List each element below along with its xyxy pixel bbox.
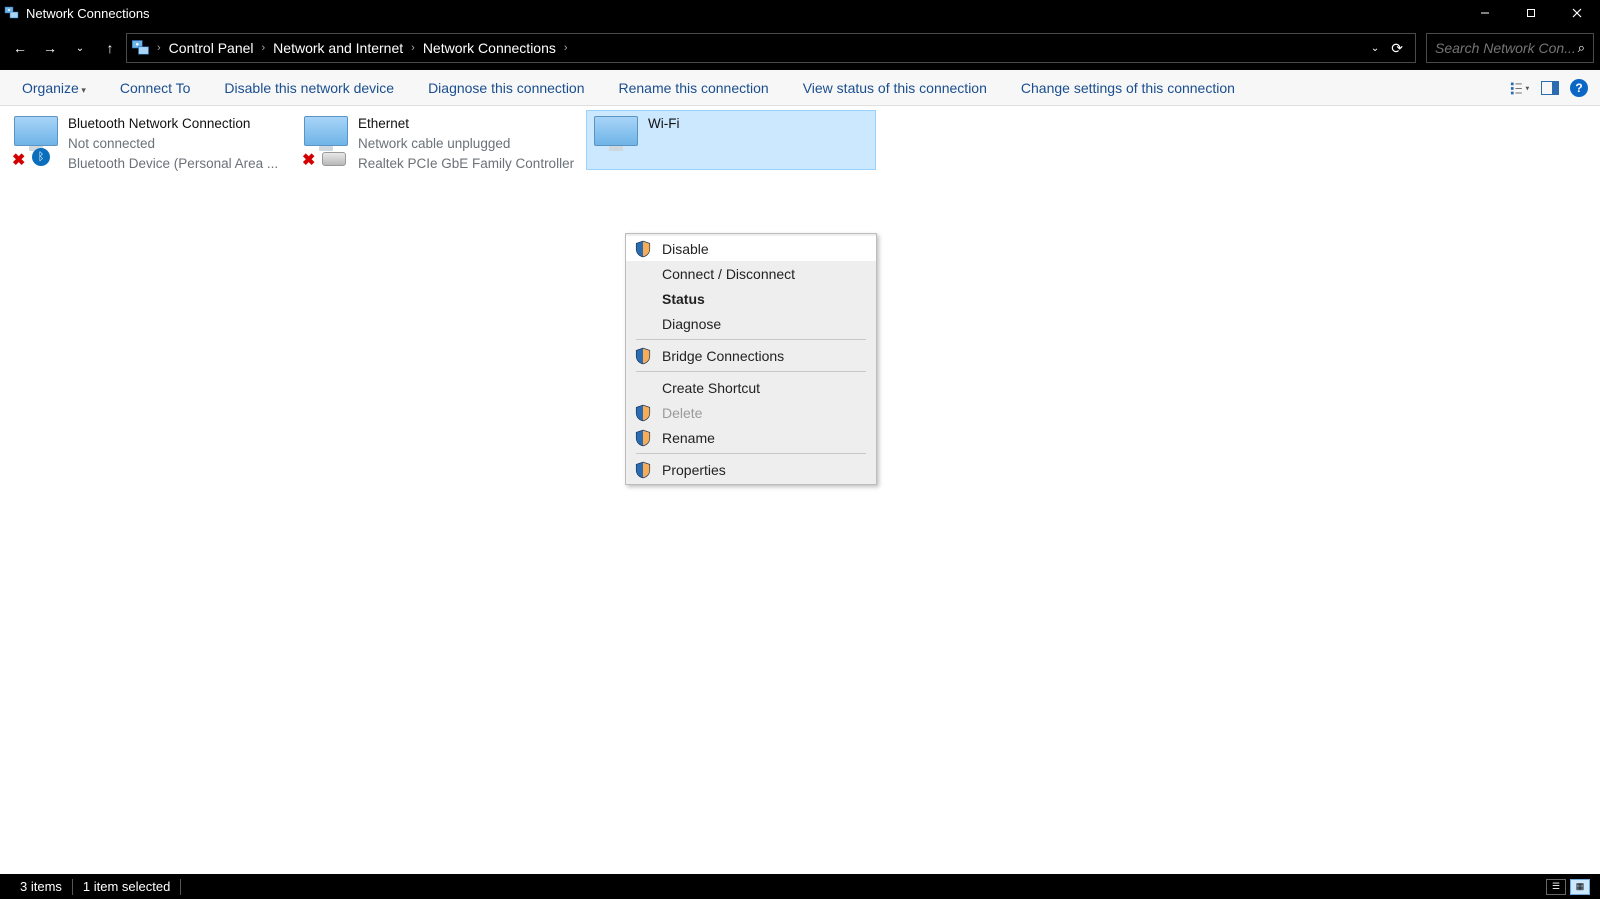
view-options-button[interactable]: ▾ bbox=[1510, 78, 1530, 98]
breadcrumb-control-panel[interactable]: Control Panel bbox=[163, 38, 260, 58]
bluetooth-overlay-icon: ᛒ bbox=[32, 148, 50, 166]
connection-name: Wi-Fi bbox=[648, 114, 679, 134]
network-adapter-icon bbox=[590, 114, 642, 166]
location-icon bbox=[131, 38, 151, 58]
shield-icon bbox=[634, 461, 652, 479]
rename-connection-button[interactable]: Rename this connection bbox=[609, 76, 779, 100]
disconnected-overlay-icon: ✖ bbox=[302, 150, 318, 166]
shield-icon bbox=[634, 240, 652, 258]
search-icon[interactable]: ⌕ bbox=[1578, 40, 1585, 56]
status-item-count: 3 items bbox=[10, 879, 73, 895]
recent-locations-button[interactable]: ⌄ bbox=[66, 34, 94, 62]
back-button[interactable]: ← bbox=[6, 34, 34, 62]
organize-menu[interactable]: Organize bbox=[12, 76, 96, 100]
close-button[interactable] bbox=[1554, 0, 1600, 26]
context-menu-connect-disconnect[interactable]: Connect / Disconnect bbox=[626, 261, 876, 286]
app-icon bbox=[4, 5, 20, 21]
context-menu-status[interactable]: Status bbox=[626, 286, 876, 311]
window-title: Network Connections bbox=[26, 6, 1462, 21]
context-menu-separator bbox=[636, 453, 866, 454]
address-bar-row: ← → ⌄ ↑ › Control Panel › Network and In… bbox=[0, 26, 1600, 70]
change-settings-button[interactable]: Change settings of this connection bbox=[1011, 76, 1245, 100]
connection-device: Bluetooth Device (Personal Area ... bbox=[68, 154, 278, 174]
context-menu-create-shortcut[interactable]: Create Shortcut bbox=[626, 375, 876, 400]
shield-icon bbox=[634, 429, 652, 447]
context-menu-bridge-connections[interactable]: Bridge Connections bbox=[626, 343, 876, 368]
shield-icon bbox=[634, 347, 652, 365]
chevron-right-icon[interactable]: › bbox=[260, 42, 268, 54]
chevron-right-icon[interactable]: › bbox=[562, 42, 570, 54]
help-icon[interactable]: ? bbox=[1570, 79, 1588, 97]
breadcrumb-network-internet[interactable]: Network and Internet bbox=[267, 38, 409, 58]
connection-status: Network cable unplugged bbox=[358, 134, 574, 154]
context-menu-disable[interactable]: Disable bbox=[626, 236, 876, 261]
disconnected-overlay-icon: ✖ bbox=[12, 150, 28, 166]
context-menu-separator bbox=[636, 371, 866, 372]
maximize-button[interactable] bbox=[1508, 0, 1554, 26]
search-box[interactable]: ⌕ bbox=[1426, 33, 1594, 63]
address-bar[interactable]: › Control Panel › Network and Internet ›… bbox=[126, 33, 1416, 63]
connection-wifi[interactable]: Wi-Fi bbox=[586, 110, 876, 170]
connect-to-button[interactable]: Connect To bbox=[110, 76, 201, 100]
context-menu: Disable Connect / Disconnect Status Diag… bbox=[625, 233, 877, 485]
context-menu-separator bbox=[636, 339, 866, 340]
details-view-button[interactable]: ☰ bbox=[1546, 879, 1566, 895]
minimize-button[interactable] bbox=[1462, 0, 1508, 26]
preview-pane-button[interactable] bbox=[1540, 78, 1560, 98]
search-input[interactable] bbox=[1435, 40, 1574, 56]
diagnose-connection-button[interactable]: Diagnose this connection bbox=[418, 76, 594, 100]
svg-text:▾: ▾ bbox=[1525, 83, 1529, 92]
view-status-button[interactable]: View status of this connection bbox=[793, 76, 997, 100]
forward-button[interactable]: → bbox=[36, 34, 64, 62]
refresh-button[interactable]: ⟳ bbox=[1391, 40, 1403, 57]
address-dropdown-button[interactable]: ⌄ bbox=[1371, 43, 1379, 54]
connection-name: Bluetooth Network Connection bbox=[68, 114, 278, 134]
context-menu-rename[interactable]: Rename bbox=[626, 425, 876, 450]
ethernet-overlay-icon bbox=[322, 152, 346, 166]
context-menu-delete: Delete bbox=[626, 400, 876, 425]
breadcrumb-network-connections[interactable]: Network Connections bbox=[417, 38, 562, 58]
network-adapter-icon: ✖ bbox=[300, 114, 352, 166]
context-menu-diagnose[interactable]: Diagnose bbox=[626, 311, 876, 336]
shield-icon bbox=[634, 404, 652, 422]
disable-device-button[interactable]: Disable this network device bbox=[214, 76, 404, 100]
up-button[interactable]: ↑ bbox=[96, 34, 124, 62]
connection-device: Realtek PCIe GbE Family Controller bbox=[358, 154, 574, 174]
context-menu-properties[interactable]: Properties bbox=[626, 457, 876, 482]
chevron-right-icon[interactable]: › bbox=[155, 42, 163, 54]
network-adapter-icon: ✖ ᛒ bbox=[10, 114, 62, 166]
titlebar: Network Connections bbox=[0, 0, 1600, 26]
status-selected-count: 1 item selected bbox=[73, 879, 181, 895]
status-bar: 3 items 1 item selected ☰ ▦ bbox=[0, 874, 1600, 899]
connections-area[interactable]: ✖ ᛒ Bluetooth Network Connection Not con… bbox=[0, 106, 1600, 874]
connection-status: Not connected bbox=[68, 134, 278, 154]
tiles-view-button[interactable]: ▦ bbox=[1570, 879, 1590, 895]
connection-ethernet[interactable]: ✖ Ethernet Network cable unplugged Realt… bbox=[296, 110, 586, 178]
connection-name: Ethernet bbox=[358, 114, 574, 134]
command-toolbar: Organize Connect To Disable this network… bbox=[0, 70, 1600, 106]
chevron-right-icon[interactable]: › bbox=[409, 42, 417, 54]
connection-bluetooth[interactable]: ✖ ᛒ Bluetooth Network Connection Not con… bbox=[6, 110, 296, 178]
